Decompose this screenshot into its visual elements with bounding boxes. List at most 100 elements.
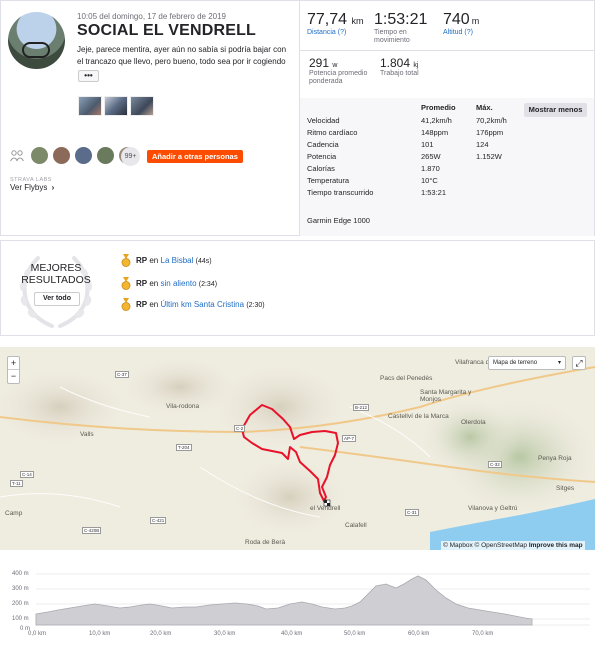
bike-icon [22,42,50,58]
map-type-select[interactable]: Mapa de terreno ▾ [488,356,566,370]
row-label: Ritmo cardíaco [307,128,358,137]
y-axis-label: 100 m [12,616,29,622]
row-label: Tiempo transcurrido [307,188,374,197]
zoom-in-button[interactable]: + [8,357,19,370]
row-label: Temperatura [307,176,350,185]
photo-thumbnail[interactable] [78,96,102,116]
elevation-unit: m [471,16,480,26]
medal-icon [121,277,131,290]
group-icon [10,150,24,162]
road-label: C-31 [405,509,419,516]
distance-stat: 77,74 km Distancia (?) [307,11,364,37]
add-others-button[interactable]: Añadir a otras personas [147,150,243,163]
moving-time-value: 1:53:21 [374,11,428,28]
avatar[interactable] [30,146,49,165]
rp-time: (2:34) [198,281,218,288]
rp-time: (44s) [195,258,212,265]
fullscreen-icon: ⤢ [575,358,583,368]
zoom-control: + − [7,356,20,384]
show-less-button[interactable]: Mostrar menos [524,103,587,117]
photo-thumbnail[interactable] [130,96,154,116]
elevation-value: 740 [443,11,470,28]
y-axis-label: 400 m [12,571,29,577]
x-axis-label: 70,0 km [472,631,494,637]
rp-label: RP [136,256,148,265]
work-label: Trabajo total [380,70,419,77]
list-item: RP en sin aliento (2:34) [121,277,217,290]
flybys-link[interactable]: Ver Flybys › [10,183,54,192]
elevation-stat: 740 m Altitud (?) [443,11,479,37]
segment-link[interactable]: La Bisbal [161,256,194,265]
x-axis-label: 40,0 km [281,631,303,637]
road-label: T-11 [10,480,23,487]
attribution-text[interactable]: © Mapbox © OpenStreetMap [443,542,527,549]
distance-label[interactable]: Distancia (?) [307,29,364,37]
weighted-power-stat: 291 w Potencia promedio ponderada [309,56,369,86]
chevron-down-icon: ▾ [557,360,561,366]
row-average: 265W [421,152,441,161]
laurel-wreath-icon [19,256,93,328]
moving-time-stat: 1:53:21 Tiempo en movimiento [374,11,436,45]
table-row: Cadencia 101 124 [307,140,595,152]
route-map[interactable]: Vilafranca del Penedès Vila-rodona Valls… [0,347,595,550]
row-average: 1.870 [421,164,440,173]
x-axis-label: 20,0 km [150,631,172,637]
road-label: C-2 [234,425,246,432]
elevation-label[interactable]: Altitud (?) [443,29,479,37]
map-terrain [0,347,595,550]
list-item: RP en La Bisbal (44s) [121,254,212,267]
row-max: 176ppm [476,128,504,137]
rp-en: en [149,256,159,265]
see-all-button[interactable]: Ver todo [34,292,80,306]
road-label: AP-7 [342,435,357,442]
x-axis-label: 30,0 km [214,631,236,637]
segment-link[interactable]: sin aliento [161,279,197,288]
row-label: Calorías [307,164,335,173]
zoom-out-button[interactable]: − [8,370,19,383]
avatar[interactable] [52,146,71,165]
table-row: Ritmo cardíaco 148ppm 176ppm [307,128,595,140]
rp-en: en [149,279,159,288]
elevation-profile[interactable]: 400 m 300 m 200 m 100 m 0 m 0,0 km 10,0 … [0,552,595,640]
row-label: Velocidad [307,116,340,125]
row-average: 1:53:21 [421,188,447,197]
more-button[interactable]: ••• [78,70,99,82]
table-row: Calorías 1.870 [307,164,595,176]
row-average: 41,2km/h [421,116,452,125]
road-label: C-37 [115,371,129,378]
avatar[interactable] [96,146,115,165]
activity-date: 10:05 del domingo, 17 de febrero de 2019 [77,12,227,21]
road-label: T-204 [176,444,192,451]
segment-link[interactable]: Últim km Santa Cristina [161,300,245,309]
map-label: Vila-rodona [166,403,200,410]
row-average: 148ppm [421,128,449,137]
list-item: RP en Últim km Santa Cristina (2:30) [121,298,265,311]
photo-strip [78,96,154,116]
best-results-title: MEJORES RESULTADOS [21,262,91,286]
medal-icon [121,254,131,267]
power-unit: w [332,62,338,69]
work-stat: 1.804 kj Trabajo total [380,56,419,78]
avatar[interactable] [8,12,65,69]
map-label: Valls [80,431,94,438]
map-label: Pacs del Penedès [380,375,433,382]
more-athletes-badge[interactable]: 99+ [121,147,140,166]
row-max: 1.152W [476,152,502,161]
fullscreen-button[interactable]: ⤢ [572,356,586,370]
map-type-label: Mapa de terreno [493,360,538,366]
photo-thumbnail[interactable] [104,96,128,116]
divider [300,50,594,51]
table-row: Potencia 265W 1.152W [307,152,595,164]
power-value: 291 [309,56,330,70]
y-axis-label: 300 m [12,586,29,592]
avatar[interactable] [74,146,93,165]
row-average: 10°C [421,176,438,185]
elevation-chart [35,573,590,626]
map-attribution: © Mapbox © OpenStreetMap Improve this ma… [441,541,585,550]
road-label: C-14 [20,471,34,478]
activity-description: Jeje, parece mentira, ayer aún no sabía … [77,45,287,66]
x-axis-label: 0,0 km [28,631,47,637]
improve-map-link[interactable]: Improve this map [529,542,583,549]
map-label: Castellví de la Marca [388,413,449,420]
map-label: Roda de Berà [245,539,286,546]
